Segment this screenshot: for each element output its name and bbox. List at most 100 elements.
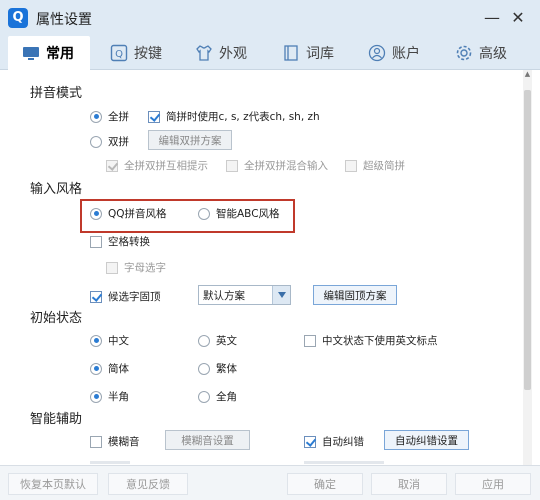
tshirt-icon bbox=[196, 45, 212, 61]
tab-advanced[interactable]: 高级 bbox=[455, 36, 507, 70]
user-icon bbox=[368, 44, 386, 62]
book-icon bbox=[284, 45, 298, 61]
checkbox-label: 简拼时使用c, s, z代表ch, sh, zh bbox=[166, 111, 320, 123]
tab-label: 外观 bbox=[219, 46, 247, 62]
apply-button[interactable]: 应用 bbox=[455, 473, 531, 495]
checkbox-label: 自动纠错 bbox=[322, 436, 364, 448]
checkbox-super-jianpin[interactable]: 超级简拼 bbox=[345, 158, 405, 173]
fixed-top-scheme-select[interactable]: 默认方案 bbox=[198, 285, 291, 305]
tab-common[interactable]: 常用 bbox=[8, 36, 90, 70]
cut-off-row bbox=[90, 461, 130, 464]
checkbox-indicator bbox=[345, 159, 357, 172]
checkbox-indicator bbox=[304, 334, 316, 347]
gear-icon bbox=[456, 45, 472, 61]
tab-label: 词库 bbox=[306, 46, 334, 62]
edit-double-pinyin-button[interactable]: 编辑双拼方案 bbox=[148, 130, 232, 150]
checkbox-fuzzy[interactable]: 模糊音 bbox=[90, 434, 140, 449]
title-bar: Q 属性设置 — ✕ bbox=[0, 0, 540, 36]
feedback-button[interactable]: 意见反馈 bbox=[108, 473, 188, 495]
edit-fixed-top-button[interactable]: 编辑固顶方案 bbox=[313, 285, 397, 305]
checkbox-pinyin-mixed[interactable]: 全拼双拼混合输入 bbox=[226, 158, 328, 173]
checkbox-indicator bbox=[148, 110, 160, 123]
section-title-initial: 初始状态 bbox=[30, 311, 83, 326]
checkbox-label: 模糊音 bbox=[108, 436, 140, 448]
scrollbar[interactable]: ▲ bbox=[523, 70, 532, 465]
radio-label: 全拼 bbox=[108, 111, 129, 123]
radio-chinese[interactable]: 中文 bbox=[90, 333, 129, 348]
radio-indicator bbox=[90, 110, 102, 123]
tab-keys[interactable]: Q 按键 bbox=[110, 36, 162, 70]
select-value: 默认方案 bbox=[203, 289, 245, 302]
tab-dictionary[interactable]: 词库 bbox=[282, 36, 334, 70]
checkbox-letter-select[interactable]: 字母选字 bbox=[106, 260, 166, 275]
checkbox-indicator bbox=[90, 290, 102, 303]
radio-english[interactable]: 英文 bbox=[198, 333, 237, 348]
checkbox-label: 全拼双拼混合输入 bbox=[244, 160, 328, 172]
ok-button[interactable]: 确定 bbox=[287, 473, 363, 495]
tab-label: 账户 bbox=[392, 46, 420, 62]
checkbox-label: 全拼双拼互相提示 bbox=[124, 160, 208, 172]
minimize-button[interactable]: — bbox=[482, 8, 502, 28]
radio-label: 半角 bbox=[108, 391, 129, 403]
scroll-thumb[interactable] bbox=[524, 90, 531, 390]
tab-appearance[interactable]: 外观 bbox=[195, 36, 247, 70]
checkbox-space-convert[interactable]: 空格转换 bbox=[90, 234, 150, 249]
checkbox-cn-en-punct[interactable]: 中文状态下使用英文标点 bbox=[304, 333, 438, 348]
radio-indicator bbox=[198, 334, 210, 347]
section-title-pinyin: 拼音模式 bbox=[30, 86, 83, 101]
checkbox-label: 空格转换 bbox=[108, 236, 150, 248]
checkbox-pinyin-hint[interactable]: 全拼双拼互相提示 bbox=[106, 158, 208, 173]
section-title-style: 输入风格 bbox=[30, 182, 83, 197]
checkbox-label: 中文状态下使用英文标点 bbox=[322, 335, 438, 347]
checkbox-indicator bbox=[90, 235, 102, 248]
checkbox-fixed-top[interactable]: 候选字固顶 bbox=[90, 289, 161, 304]
radio-label: 全角 bbox=[216, 391, 237, 403]
settings-content: 拼音模式 全拼 简拼时使用c, s, z代表ch, sh, zh 双拼 编辑双拼… bbox=[0, 70, 540, 465]
restore-defaults-button[interactable]: 恢复本页默认 bbox=[8, 473, 98, 495]
radio-indicator bbox=[198, 390, 210, 403]
radio-abc-style[interactable]: 智能ABC风格 bbox=[198, 206, 280, 221]
radio-indicator bbox=[90, 334, 102, 347]
checkbox-indicator bbox=[226, 159, 238, 172]
cut-off-row bbox=[304, 461, 384, 464]
radio-traditional[interactable]: 繁体 bbox=[198, 361, 237, 376]
radio-indicator bbox=[198, 207, 210, 220]
fuzzy-settings-button[interactable]: 模糊音设置 bbox=[165, 430, 250, 450]
footer-bar: 恢复本页默认 意见反馈 确定 取消 应用 bbox=[0, 465, 540, 500]
tab-account[interactable]: 账户 bbox=[368, 36, 420, 70]
radio-label: 简体 bbox=[108, 363, 129, 375]
radio-full-pinyin[interactable]: 全拼 bbox=[90, 109, 129, 124]
radio-indicator bbox=[90, 135, 102, 148]
radio-indicator bbox=[90, 207, 102, 220]
tab-label: 常用 bbox=[46, 46, 74, 62]
checkbox-autocorrect[interactable]: 自动纠错 bbox=[304, 434, 364, 449]
radio-full-width[interactable]: 全角 bbox=[198, 389, 237, 404]
radio-half-width[interactable]: 半角 bbox=[90, 389, 129, 404]
chevron-down-icon bbox=[272, 286, 290, 304]
radio-simplified[interactable]: 简体 bbox=[90, 361, 129, 376]
monitor-icon bbox=[23, 47, 39, 60]
close-button[interactable]: ✕ bbox=[508, 8, 528, 28]
radio-label: 中文 bbox=[108, 335, 129, 347]
checkbox-indicator bbox=[106, 159, 118, 172]
radio-indicator bbox=[90, 362, 102, 375]
section-title-assist: 智能辅助 bbox=[30, 412, 83, 427]
tab-label: 高级 bbox=[479, 46, 507, 62]
checkbox-label: 候选字固顶 bbox=[108, 291, 161, 303]
checkbox-jianpin-option[interactable]: 简拼时使用c, s, z代表ch, sh, zh bbox=[148, 109, 320, 124]
radio-double-pinyin[interactable]: 双拼 bbox=[90, 134, 129, 149]
radio-indicator bbox=[90, 390, 102, 403]
radio-label: 智能ABC风格 bbox=[216, 208, 280, 220]
radio-label: QQ拼音风格 bbox=[108, 208, 167, 220]
radio-label: 繁体 bbox=[216, 363, 237, 375]
window-title: 属性设置 bbox=[36, 12, 92, 28]
radio-qq-style[interactable]: QQ拼音风格 bbox=[90, 206, 167, 221]
key-icon: Q bbox=[110, 44, 128, 62]
scroll-up-icon[interactable]: ▲ bbox=[523, 70, 532, 82]
app-logo: Q bbox=[8, 8, 28, 28]
svg-text:Q: Q bbox=[115, 49, 123, 60]
autocorrect-settings-button[interactable]: 自动纠错设置 bbox=[384, 430, 469, 450]
cancel-button[interactable]: 取消 bbox=[371, 473, 447, 495]
radio-label: 双拼 bbox=[108, 136, 129, 148]
radio-indicator bbox=[198, 362, 210, 375]
